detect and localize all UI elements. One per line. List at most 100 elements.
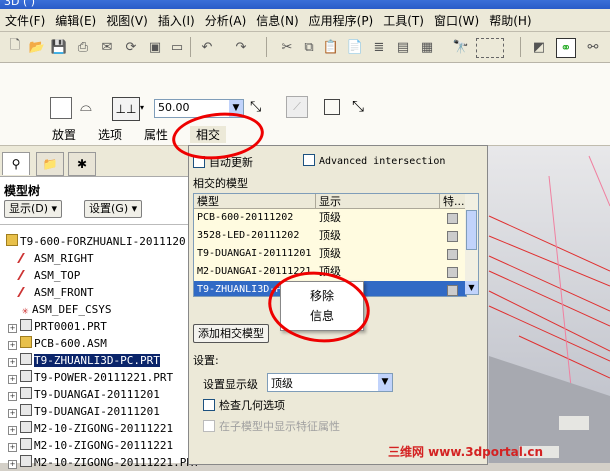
tree-item-t9-duangai-2[interactable]: T9-DUANGAI-20111201	[20, 404, 160, 420]
find-icon[interactable]: 🔭	[452, 38, 470, 56]
paste-icon[interactable]: 📋	[322, 38, 340, 56]
tree-item-asm-front[interactable]: ASM_FRONT	[17, 285, 94, 301]
row-checkbox[interactable]	[447, 285, 458, 296]
expand-icon[interactable]: +	[8, 341, 17, 350]
window-icon[interactable]: ▭	[168, 38, 186, 56]
parameters-icon[interactable]: ▤	[394, 38, 412, 56]
folder-browser-tab-icon[interactable]: 📁	[36, 152, 64, 176]
part-icon	[20, 387, 32, 399]
checkbox-icon	[203, 399, 215, 411]
advanced-intersection-checkbox[interactable]: Advanced intersection	[303, 154, 445, 167]
depth-option-dropdown-icon[interactable]: ▾	[140, 103, 144, 112]
menu-info[interactable]: 信息(N)	[251, 12, 303, 29]
solid-cut-icon[interactable]	[50, 97, 72, 119]
thicken-icon[interactable]	[324, 99, 340, 115]
table-scrollbar[interactable]: ▼	[465, 193, 479, 295]
advanced-intersection-label: Advanced intersection	[319, 156, 446, 167]
scroll-down-icon[interactable]: ▼	[465, 281, 478, 294]
show-features-checkbox: 在子模型中显示特征属性	[203, 418, 340, 434]
expand-icon[interactable]: +	[8, 409, 17, 418]
expand-icon[interactable]: +	[8, 460, 17, 469]
column-header-display[interactable]: 显示	[316, 194, 440, 209]
display-level-value: 顶级	[271, 377, 293, 390]
column-header-model[interactable]: 模型	[194, 194, 316, 209]
menu-view[interactable]: 视图(V)	[101, 12, 153, 29]
chevron-down-icon[interactable]: ▼	[378, 374, 392, 391]
depth-option-icon[interactable]: ⊥⊥	[112, 97, 140, 121]
tree-item-asm-top[interactable]: ASM_TOP	[17, 268, 80, 284]
row-checkbox[interactable]	[447, 249, 458, 260]
tree-item-pcb-600[interactable]: PCB-600.ASM	[20, 336, 107, 352]
table-row[interactable]: 3528-LED-20111202 顶级	[194, 227, 466, 245]
expand-icon[interactable]: +	[8, 324, 17, 333]
tree-item-asm-def-csys[interactable]: ✳ ASM_DEF_CSYS	[20, 302, 112, 318]
tree-item-root[interactable]: T9-600-FORZHUANLI-2011120	[6, 234, 186, 250]
settings-button[interactable]: 设置(G) ▾	[84, 200, 143, 218]
tree-item-m2-zigong-1[interactable]: M2-10-ZIGONG-20111221	[20, 421, 173, 437]
open-folder-icon[interactable]: 📂	[28, 38, 46, 56]
menu-analysis[interactable]: 分析(A)	[200, 12, 252, 29]
menu-file[interactable]: 文件(F)	[0, 12, 50, 29]
paste-special-icon[interactable]: 📄	[346, 38, 364, 56]
tab-placement[interactable]: 放置	[52, 126, 76, 143]
regenerate-icon[interactable]: ⟳	[122, 38, 140, 56]
menu-edit[interactable]: 编辑(E)	[50, 12, 101, 29]
coordinate-system-icon: ✳	[21, 304, 29, 317]
column-header-feature[interactable]: 特...	[440, 194, 466, 209]
menu-help[interactable]: 帮助(H)	[484, 12, 536, 29]
check-geometry-checkbox[interactable]: 检查几何选项	[203, 397, 285, 413]
table-row[interactable]: PCB-600-20111202 顶级	[194, 209, 466, 227]
tree-item-m2-zigong-2[interactable]: M2-10-ZIGONG-20111221	[20, 438, 173, 454]
add-intersect-model-button[interactable]: 添加相交模型	[193, 324, 269, 343]
row-checkbox[interactable]	[447, 213, 458, 224]
tab-options[interactable]: 选项	[98, 126, 122, 143]
menu-window[interactable]: 窗口(W)	[429, 12, 484, 29]
tree-item-t9-duangai-1[interactable]: T9-DUANGAI-20111201	[20, 387, 160, 403]
surface-icon[interactable]: ⌓	[80, 98, 96, 114]
tree-item-t9-power[interactable]: T9-POWER-20111221.PRT	[20, 370, 173, 386]
network-icon[interactable]: ⚯	[584, 38, 602, 56]
flip-direction-icon[interactable]: ⤡	[250, 99, 261, 115]
favorites-tab-icon[interactable]: ✱	[68, 152, 96, 176]
menu-tools[interactable]: 工具(T)	[378, 12, 429, 29]
tab-properties[interactable]: 属性	[144, 126, 168, 143]
navigator-tabs: ⚲ 📁 ✱	[0, 146, 188, 177]
menu-bar: 文件(F) 编辑(E) 视图(V) 插入(I) 分析(A) 信息(N) 应用程序…	[0, 9, 610, 32]
selection-box-icon[interactable]	[476, 38, 504, 58]
tree-item-t9-zhuanli3d-pc[interactable]: T9-ZHUANLI3D-PC.PRT	[20, 353, 160, 369]
feature-dashboard: ⌓ ⊥⊥ ▾ 50.00 ▼ ⤡ ⟋ ⤡ 放置 选项 属性 相交	[0, 63, 610, 146]
table-icon[interactable]: ▦	[418, 38, 436, 56]
table-row[interactable]: T9-DUANGAI-20111201 顶级	[194, 245, 466, 263]
send-mail-icon[interactable]: ✉	[98, 38, 116, 56]
redo-icon[interactable]: ↷	[232, 38, 250, 56]
scrollbar-thumb[interactable]	[466, 210, 477, 250]
expand-icon[interactable]: +	[8, 443, 17, 452]
row-checkbox[interactable]	[447, 267, 458, 278]
remove-material-icon[interactable]: ⟋	[286, 96, 308, 118]
print-icon[interactable]: ⎙	[74, 38, 92, 56]
expand-icon[interactable]: +	[8, 426, 17, 435]
tree-item-prt0001[interactable]: PRT0001.PRT	[20, 319, 107, 335]
save-icon[interactable]: 💾	[50, 38, 68, 56]
show-button[interactable]: 显示(D) ▾	[4, 200, 63, 218]
menu-insert[interactable]: 插入(I)	[153, 12, 200, 29]
new-file-icon[interactable]: 🗋	[6, 38, 24, 56]
tree-item-asm-right[interactable]: ASM_RIGHT	[17, 251, 94, 267]
tree-item-m2-zigong-3[interactable]: M2-10-ZIGONG-20111221.PRT	[20, 455, 200, 471]
expand-icon[interactable]: +	[8, 375, 17, 384]
menu-applications[interactable]: 应用程序(P)	[304, 12, 379, 29]
undo-icon[interactable]: ↶	[198, 38, 216, 56]
copy-icon[interactable]: ⧉	[300, 38, 318, 56]
model-tree-tab-icon[interactable]: ⚲	[2, 152, 30, 175]
relations-icon[interactable]: ≣	[370, 38, 388, 56]
expand-icon[interactable]: +	[8, 392, 17, 401]
row-checkbox[interactable]	[447, 231, 458, 242]
model-display-icon[interactable]: ◩	[530, 38, 548, 56]
datum-point-icon[interactable]: ⚭	[556, 38, 576, 58]
display-level-select[interactable]: 顶级 ▼	[267, 373, 393, 392]
expand-icon[interactable]: +	[8, 358, 17, 367]
window-title-bar: 3D ( )	[0, 0, 610, 9]
cut-icon[interactable]: ✂	[278, 38, 296, 56]
flip-thicken-icon[interactable]: ⤡	[352, 97, 364, 115]
properties-icon[interactable]: ▣	[146, 38, 164, 56]
